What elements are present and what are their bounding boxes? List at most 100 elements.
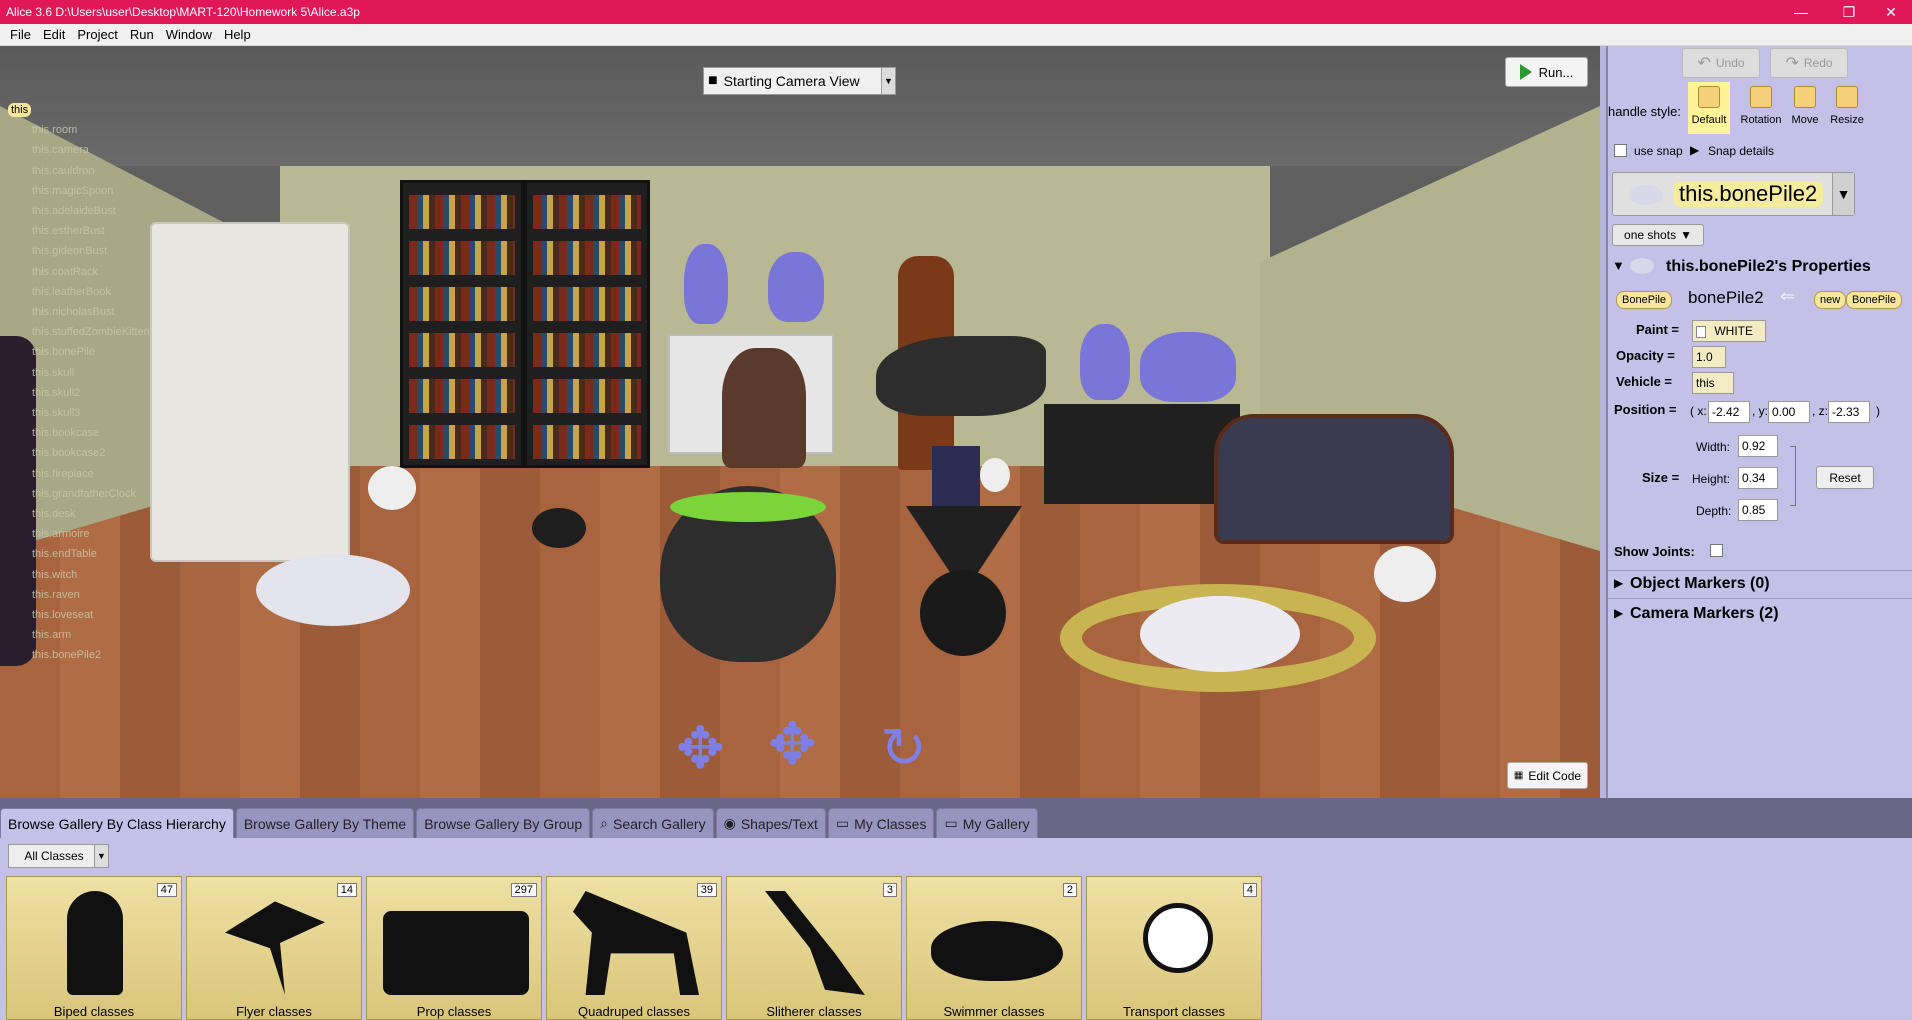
tree-item[interactable]: this.room [8, 120, 150, 140]
position-z-field[interactable]: -2.33 [1828, 401, 1870, 423]
gideon-bust[interactable] [1080, 324, 1130, 400]
menu-help[interactable]: Help [224, 27, 251, 42]
new-pill[interactable]: new [1814, 291, 1847, 309]
skull2[interactable] [1374, 546, 1436, 602]
snap-details-link[interactable]: Snap details [1708, 144, 1774, 158]
tree-item[interactable]: this.estherBust [8, 221, 150, 241]
witch[interactable] [722, 348, 806, 468]
bone-pile2[interactable] [1140, 596, 1300, 672]
close-button[interactable]: ✕ [1870, 0, 1912, 24]
triangle-right-icon[interactable]: ▶ [1614, 576, 1623, 590]
tree-item[interactable]: this.loveseat [8, 605, 150, 625]
desk[interactable] [1044, 404, 1240, 504]
triangle-down-icon[interactable]: ▼ [1612, 258, 1625, 273]
tree-item[interactable]: this.camera [8, 140, 150, 160]
menu-edit[interactable]: Edit [43, 27, 65, 42]
bone-pile[interactable] [256, 554, 410, 626]
tree-item[interactable]: this.nicholasBust [8, 302, 150, 322]
redo-button[interactable]: ↷ Redo [1770, 48, 1848, 78]
tree-item[interactable]: this.leatherBook [8, 282, 150, 302]
menu-window[interactable]: Window [166, 27, 212, 42]
tree-item[interactable]: this.bonePile2 [8, 645, 150, 665]
camera-markers-header[interactable]: Camera Markers (2) [1630, 605, 1779, 623]
leather-book[interactable] [932, 446, 980, 506]
tree-item[interactable]: this.bookcase2 [8, 443, 150, 463]
object-markers-header[interactable]: Object Markers (0) [1630, 575, 1770, 593]
nicholas-bust[interactable] [1140, 332, 1236, 402]
handle-style-move[interactable]: Move [1784, 82, 1826, 134]
menu-project[interactable]: Project [77, 27, 117, 42]
camera-tilt-icon[interactable]: ↻ [880, 720, 927, 776]
tree-item[interactable]: this.arm [8, 625, 150, 645]
tree-item[interactable]: this.fireplace [8, 464, 150, 484]
handle-style-resize[interactable]: Resize [1826, 82, 1868, 134]
gallery-card-prop[interactable]: 297 Prop classes [366, 876, 542, 1020]
minimize-button[interactable]: — [1780, 0, 1822, 24]
tab-class-hierarchy[interactable]: Browse Gallery By Class Hierarchy [0, 808, 234, 838]
tree-item[interactable]: this.skull [8, 363, 150, 383]
opacity-field[interactable]: 1.0 [1692, 346, 1726, 368]
skull[interactable] [368, 466, 416, 510]
tree-item[interactable]: this.grandfatherClock [8, 484, 150, 504]
loveseat[interactable] [1214, 414, 1454, 544]
instance-name[interactable]: bonePile2 [1688, 288, 1764, 308]
menu-file[interactable]: File [10, 27, 31, 42]
camera-strafe-arrows-icon[interactable]: ✥ [768, 716, 817, 774]
use-snap-checkbox[interactable] [1614, 144, 1627, 157]
gallery-card-quadruped[interactable]: 39 Quadruped classes [546, 876, 722, 1020]
adelaide-bust[interactable] [684, 244, 728, 324]
one-shots-dropdown[interactable]: one shots ▼ [1612, 224, 1704, 246]
skull3[interactable] [980, 458, 1010, 492]
tree-root[interactable]: this [8, 103, 32, 117]
triangle-right-icon[interactable]: ▶ [1614, 606, 1623, 620]
depth-field[interactable]: 0.85 [1738, 499, 1778, 521]
height-field[interactable]: 0.34 [1738, 467, 1778, 489]
handle-style-rotation[interactable]: Rotation [1740, 82, 1782, 134]
tree-item[interactable]: this.stuffedZombieKitten [8, 322, 150, 342]
edit-code-button[interactable]: ▦ Edit Code [1507, 762, 1588, 789]
camera-move-arrows-icon[interactable]: ✥ [676, 720, 725, 778]
tree-item[interactable]: this.raven [8, 585, 150, 605]
tree-item[interactable]: this.bonePile [8, 342, 150, 362]
tree-item[interactable]: this.armoire [8, 524, 150, 544]
run-button[interactable]: Run... [1505, 57, 1588, 87]
vehicle-field[interactable]: this [1692, 372, 1734, 394]
bookcase2[interactable] [524, 180, 650, 468]
new-type-pill[interactable]: BonePile [1846, 291, 1903, 309]
camera-view-dropdown[interactable]: ■ Starting Camera View ▼ [703, 67, 896, 95]
position-x-field[interactable]: -2.42 [1708, 401, 1750, 423]
tree-item[interactable]: this.skull3 [8, 403, 150, 423]
tab-group[interactable]: Browse Gallery By Group [416, 808, 591, 838]
menu-run[interactable]: Run [130, 27, 154, 42]
tree-item[interactable]: this.endTable [8, 544, 150, 564]
paint-field[interactable]: WHITE [1692, 320, 1766, 342]
maximize-button[interactable]: ❐ [1828, 0, 1870, 24]
gallery-card-flyer[interactable]: 14 Flyer classes [186, 876, 362, 1020]
scene-view[interactable]: this this.room this.camera this.cauldron… [0, 46, 1600, 798]
chevron-down-icon[interactable]: ▼ [94, 844, 109, 868]
bookcase[interactable] [400, 180, 524, 468]
position-y-field[interactable]: 0.00 [1768, 401, 1810, 423]
tree-item[interactable]: this.witch [8, 565, 150, 585]
width-field[interactable]: 0.92 [1738, 435, 1778, 457]
tree-item[interactable]: this.adelaideBust [8, 201, 150, 221]
tree-item[interactable]: this.bookcase [8, 423, 150, 443]
tab-theme[interactable]: Browse Gallery By Theme [235, 808, 415, 838]
tab-my-classes[interactable]: ▭ My Classes [827, 808, 935, 838]
tree-item[interactable]: this.magicSpoon [8, 181, 150, 201]
gallery-card-biped[interactable]: 47 Biped classes [6, 876, 182, 1020]
undo-button[interactable]: ↶ Undo [1682, 48, 1760, 78]
show-joints-checkbox[interactable] [1710, 544, 1723, 557]
reset-size-button[interactable]: Reset [1816, 466, 1874, 489]
triangle-right-icon[interactable]: ▶ [1690, 143, 1699, 157]
class-filter-dropdown[interactable]: All Classes [8, 844, 100, 868]
selected-object-dropdown[interactable]: this.bonePile2 ▼ [1612, 172, 1855, 216]
gallery-card-transport[interactable]: 4 Transport classes [1086, 876, 1262, 1020]
tree-item[interactable]: this.desk [8, 504, 150, 524]
size-link-bracket-icon[interactable] [1790, 446, 1796, 506]
tab-search[interactable]: ⌕ Search Gallery [592, 808, 714, 838]
gallery-card-swimmer[interactable]: 2 Swimmer classes [906, 876, 1082, 1020]
handle-style-default[interactable]: Default [1688, 82, 1730, 134]
armoire[interactable] [150, 222, 350, 562]
gallery-card-slitherer[interactable]: 3 Slitherer classes [726, 876, 902, 1020]
